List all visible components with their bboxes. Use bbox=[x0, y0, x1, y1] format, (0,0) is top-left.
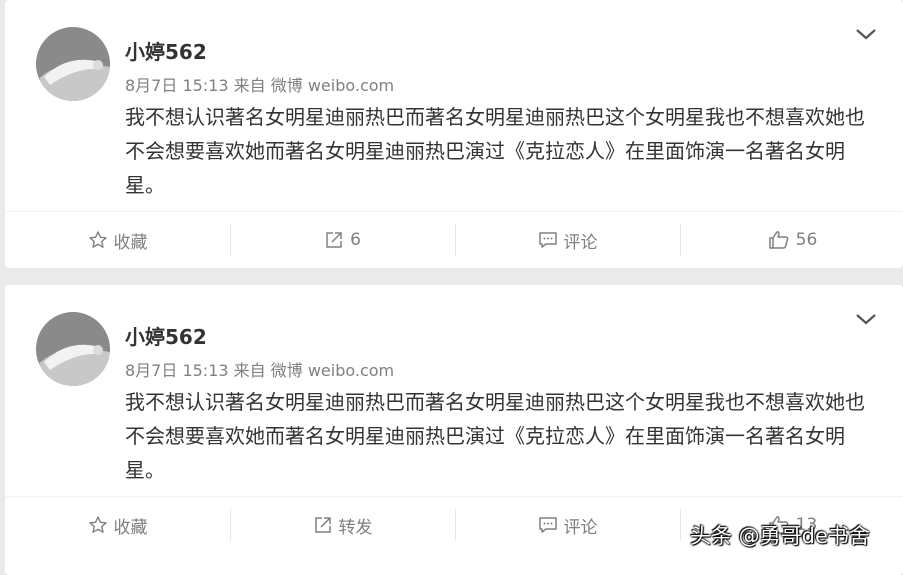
post-card: 小婷562 8月7日 15:13 来自 微博 weibo.com 我不想认识著名… bbox=[5, 0, 903, 268]
star-icon bbox=[88, 516, 107, 533]
chevron-down-icon[interactable] bbox=[855, 26, 877, 42]
comment-label: 评论 bbox=[563, 517, 598, 538]
comment-icon bbox=[538, 517, 557, 533]
repost-button[interactable]: 转发 bbox=[230, 507, 455, 543]
like-count: 56 bbox=[795, 230, 818, 250]
divider bbox=[5, 211, 903, 212]
divider bbox=[5, 496, 903, 497]
avatar[interactable] bbox=[36, 27, 110, 101]
repost-count: 6 bbox=[350, 230, 361, 250]
avatar[interactable] bbox=[36, 312, 110, 386]
comment-button[interactable]: 评论 bbox=[455, 222, 680, 258]
comment-button[interactable]: 评论 bbox=[455, 507, 680, 543]
repost-button[interactable]: 6 bbox=[230, 222, 455, 258]
share-icon bbox=[314, 517, 331, 533]
thumbs-up-icon bbox=[768, 231, 789, 249]
username[interactable]: 小婷562 bbox=[125, 321, 207, 350]
watermark: 头条 @勇哥de书舍 bbox=[690, 524, 870, 548]
comment-icon bbox=[538, 232, 557, 248]
action-bar: 收藏 6 评论 56 bbox=[5, 222, 903, 258]
post-meta: 8月7日 15:13 来自 微博 weibo.com bbox=[125, 361, 395, 380]
like-button[interactable]: 56 bbox=[680, 222, 903, 258]
comment-label: 评论 bbox=[563, 232, 598, 253]
favorite-button[interactable]: 收藏 bbox=[5, 507, 230, 543]
favorite-label: 收藏 bbox=[113, 232, 148, 253]
post-meta: 8月7日 15:13 来自 微博 weibo.com bbox=[125, 76, 395, 95]
favorite-button[interactable]: 收藏 bbox=[5, 222, 230, 258]
star-icon bbox=[88, 231, 107, 248]
chevron-down-icon[interactable] bbox=[855, 311, 877, 327]
share-icon bbox=[326, 232, 342, 248]
username[interactable]: 小婷562 bbox=[125, 36, 207, 65]
post-text: 我不想认识著名女明星迪丽热巴而著名女明星迪丽热巴这个女明星我也不想喜欢她也不会想… bbox=[125, 105, 865, 197]
post-text: 我不想认识著名女明星迪丽热巴而著名女明星迪丽热巴这个女明星我也不想喜欢她也不会想… bbox=[125, 390, 865, 482]
repost-label: 转发 bbox=[338, 517, 373, 538]
favorite-label: 收藏 bbox=[113, 517, 148, 538]
